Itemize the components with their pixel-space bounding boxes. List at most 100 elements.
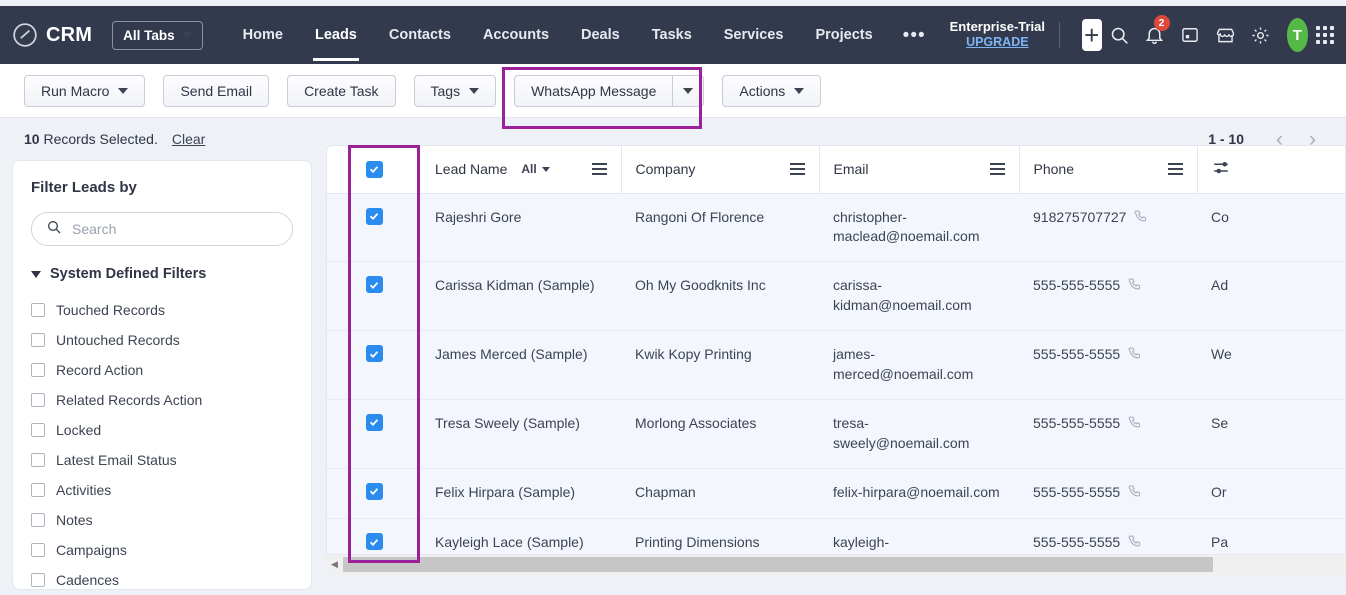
checkbox-icon[interactable] — [31, 333, 45, 347]
cell-email[interactable]: tresa-sweely@noemail.com — [819, 399, 1019, 469]
checkbox-icon[interactable] — [31, 573, 45, 587]
row-checkbox[interactable] — [365, 533, 383, 551]
column-menu-icon[interactable] — [1154, 163, 1183, 176]
row-select-cell[interactable] — [327, 468, 421, 520]
cell-lead-name[interactable]: Felix Hirpara (Sample) — [421, 468, 621, 520]
add-record-button[interactable]: + — [1081, 19, 1102, 51]
row-checkbox[interactable] — [365, 413, 383, 431]
whatsapp-message-dropdown-toggle[interactable] — [672, 74, 705, 107]
filter-item-latest-email-status[interactable]: Latest Email Status — [31, 445, 293, 475]
checkbox-icon[interactable] — [31, 363, 45, 377]
marketplace-icon[interactable] — [1215, 18, 1236, 52]
checkbox-icon[interactable] — [31, 543, 45, 557]
column-menu-icon[interactable] — [578, 163, 607, 176]
row-checkbox[interactable] — [365, 276, 383, 294]
cell-email[interactable]: kayleigh-lace@noemail.com — [819, 518, 1019, 554]
phone-call-icon[interactable] — [1128, 534, 1143, 554]
phone-call-icon[interactable] — [1128, 346, 1143, 367]
search-icon[interactable] — [1109, 18, 1130, 52]
horizontal-scrollbar[interactable]: ◀ — [326, 555, 1346, 574]
filter-item-notes[interactable]: Notes — [31, 505, 293, 535]
row-select-cell[interactable] — [327, 261, 421, 331]
nav-item-tasks[interactable]: Tasks — [636, 9, 708, 61]
cell-lead-name[interactable]: Tresa Sweely (Sample) — [421, 399, 621, 469]
cell-email[interactable]: felix-hirpara@noemail.com — [819, 468, 1019, 520]
run-macro-button[interactable]: Run Macro — [24, 74, 146, 107]
scrollbar-thumb[interactable] — [343, 557, 1213, 572]
checkbox-icon[interactable] — [31, 513, 45, 527]
filter-item-activities[interactable]: Activities — [31, 475, 293, 505]
column-header-company[interactable]: Company — [620, 146, 819, 194]
cell-email[interactable]: james-merced@noemail.com — [819, 330, 1019, 400]
settings-gear-icon[interactable] — [1250, 18, 1271, 52]
system-defined-filters-group[interactable]: System Defined Filters — [31, 266, 293, 282]
scrollbar-track[interactable] — [343, 555, 1346, 574]
row-checkbox[interactable] — [365, 207, 383, 225]
table-row[interactable]: Kayleigh Lace (Sample) Printing Dimensio… — [327, 518, 1345, 554]
nav-item-home[interactable]: Home — [227, 9, 299, 61]
row-select-cell[interactable] — [327, 518, 421, 554]
filter-item-record-action[interactable]: Record Action — [31, 355, 293, 385]
filter-item-touched-records[interactable]: Touched Records — [31, 295, 293, 325]
row-checkbox[interactable] — [365, 345, 383, 362]
cell-lead-name[interactable]: Carissa Kidman (Sample) — [421, 261, 621, 331]
phone-call-icon[interactable] — [1128, 415, 1143, 436]
table-row[interactable]: Rajeshri Gore Rangoni Of Florence christ… — [327, 193, 1345, 263]
filter-item-untouched-records[interactable]: Untouched Records — [31, 325, 293, 355]
nav-item-deals[interactable]: Deals — [565, 9, 636, 61]
row-checkbox[interactable] — [365, 482, 383, 500]
create-task-button[interactable]: Create Task — [287, 74, 396, 107]
filter-item-locked[interactable]: Locked — [31, 415, 293, 445]
nav-item-contacts[interactable]: Contacts — [373, 9, 467, 61]
brand[interactable]: CRM — [12, 22, 92, 48]
cell-email[interactable]: christopher-maclead@noemail.com — [819, 193, 1019, 263]
tags-button[interactable]: Tags — [413, 74, 497, 107]
all-tabs-dropdown[interactable]: All Tabs — [112, 20, 203, 50]
whatsapp-message-button[interactable]: WhatsApp Message — [514, 74, 673, 107]
filter-search-input[interactable] — [72, 221, 278, 237]
column-settings-icon[interactable] — [1212, 161, 1230, 180]
checkbox-icon[interactable] — [31, 423, 45, 437]
send-email-button[interactable]: Send Email — [163, 74, 270, 107]
more-tabs-icon[interactable]: ••• — [889, 26, 940, 45]
lead-name-filter-dropdown[interactable]: All — [521, 162, 550, 176]
cell-lead-name[interactable]: James Merced (Sample) — [421, 330, 621, 400]
row-select-cell[interactable] — [327, 399, 421, 469]
checkbox-icon[interactable] — [31, 483, 45, 497]
column-menu-icon[interactable] — [976, 163, 1005, 176]
table-row[interactable]: Carissa Kidman (Sample) Oh My Goodknits … — [327, 261, 1345, 331]
notifications-bell-icon[interactable]: 2 — [1144, 15, 1170, 52]
column-menu-icon[interactable] — [776, 163, 805, 176]
phone-call-icon[interactable] — [1128, 484, 1143, 505]
checkbox-icon[interactable] — [31, 303, 45, 317]
filter-search-box[interactable] — [31, 212, 293, 246]
clear-selection-link[interactable]: Clear — [172, 131, 205, 147]
phone-call-icon[interactable] — [1134, 209, 1149, 230]
actions-button[interactable]: Actions — [722, 74, 822, 107]
checkbox-icon[interactable] — [31, 453, 45, 467]
select-all-checkbox[interactable] — [365, 160, 383, 178]
column-settings-header[interactable] — [1196, 146, 1345, 194]
nav-item-services[interactable]: Services — [708, 9, 800, 61]
nav-item-leads[interactable]: Leads — [299, 9, 373, 61]
table-row[interactable]: Felix Hirpara (Sample) Chapman felix-hir… — [327, 468, 1345, 520]
table-row[interactable]: James Merced (Sample) Kwik Kopy Printing… — [327, 330, 1345, 400]
user-avatar[interactable]: T — [1286, 18, 1308, 52]
cell-lead-name[interactable]: Rajeshri Gore — [421, 193, 621, 263]
cell-email[interactable]: carissa-kidman@noemail.com — [819, 261, 1019, 331]
filter-item-related-records-action[interactable]: Related Records Action — [31, 385, 293, 415]
row-select-cell[interactable] — [327, 330, 421, 400]
filter-item-campaigns[interactable]: Campaigns — [31, 535, 293, 565]
app-switcher-icon[interactable] — [1316, 26, 1334, 44]
row-select-cell[interactable] — [327, 193, 421, 263]
column-header-lead-name[interactable]: Lead Name All — [421, 146, 621, 194]
filter-item-cadences[interactable]: Cadences — [31, 565, 293, 595]
table-row[interactable]: Tresa Sweely (Sample) Morlong Associates… — [327, 399, 1345, 469]
column-header-phone[interactable]: Phone — [1018, 146, 1197, 194]
scroll-left-arrow-icon[interactable]: ◀ — [326, 559, 343, 570]
cell-lead-name[interactable]: Kayleigh Lace (Sample) — [421, 518, 621, 554]
phone-call-icon[interactable] — [1128, 277, 1143, 298]
column-header-email[interactable]: Email — [818, 146, 1019, 194]
calendar-icon[interactable] — [1180, 18, 1201, 52]
nav-item-projects[interactable]: Projects — [799, 9, 888, 61]
